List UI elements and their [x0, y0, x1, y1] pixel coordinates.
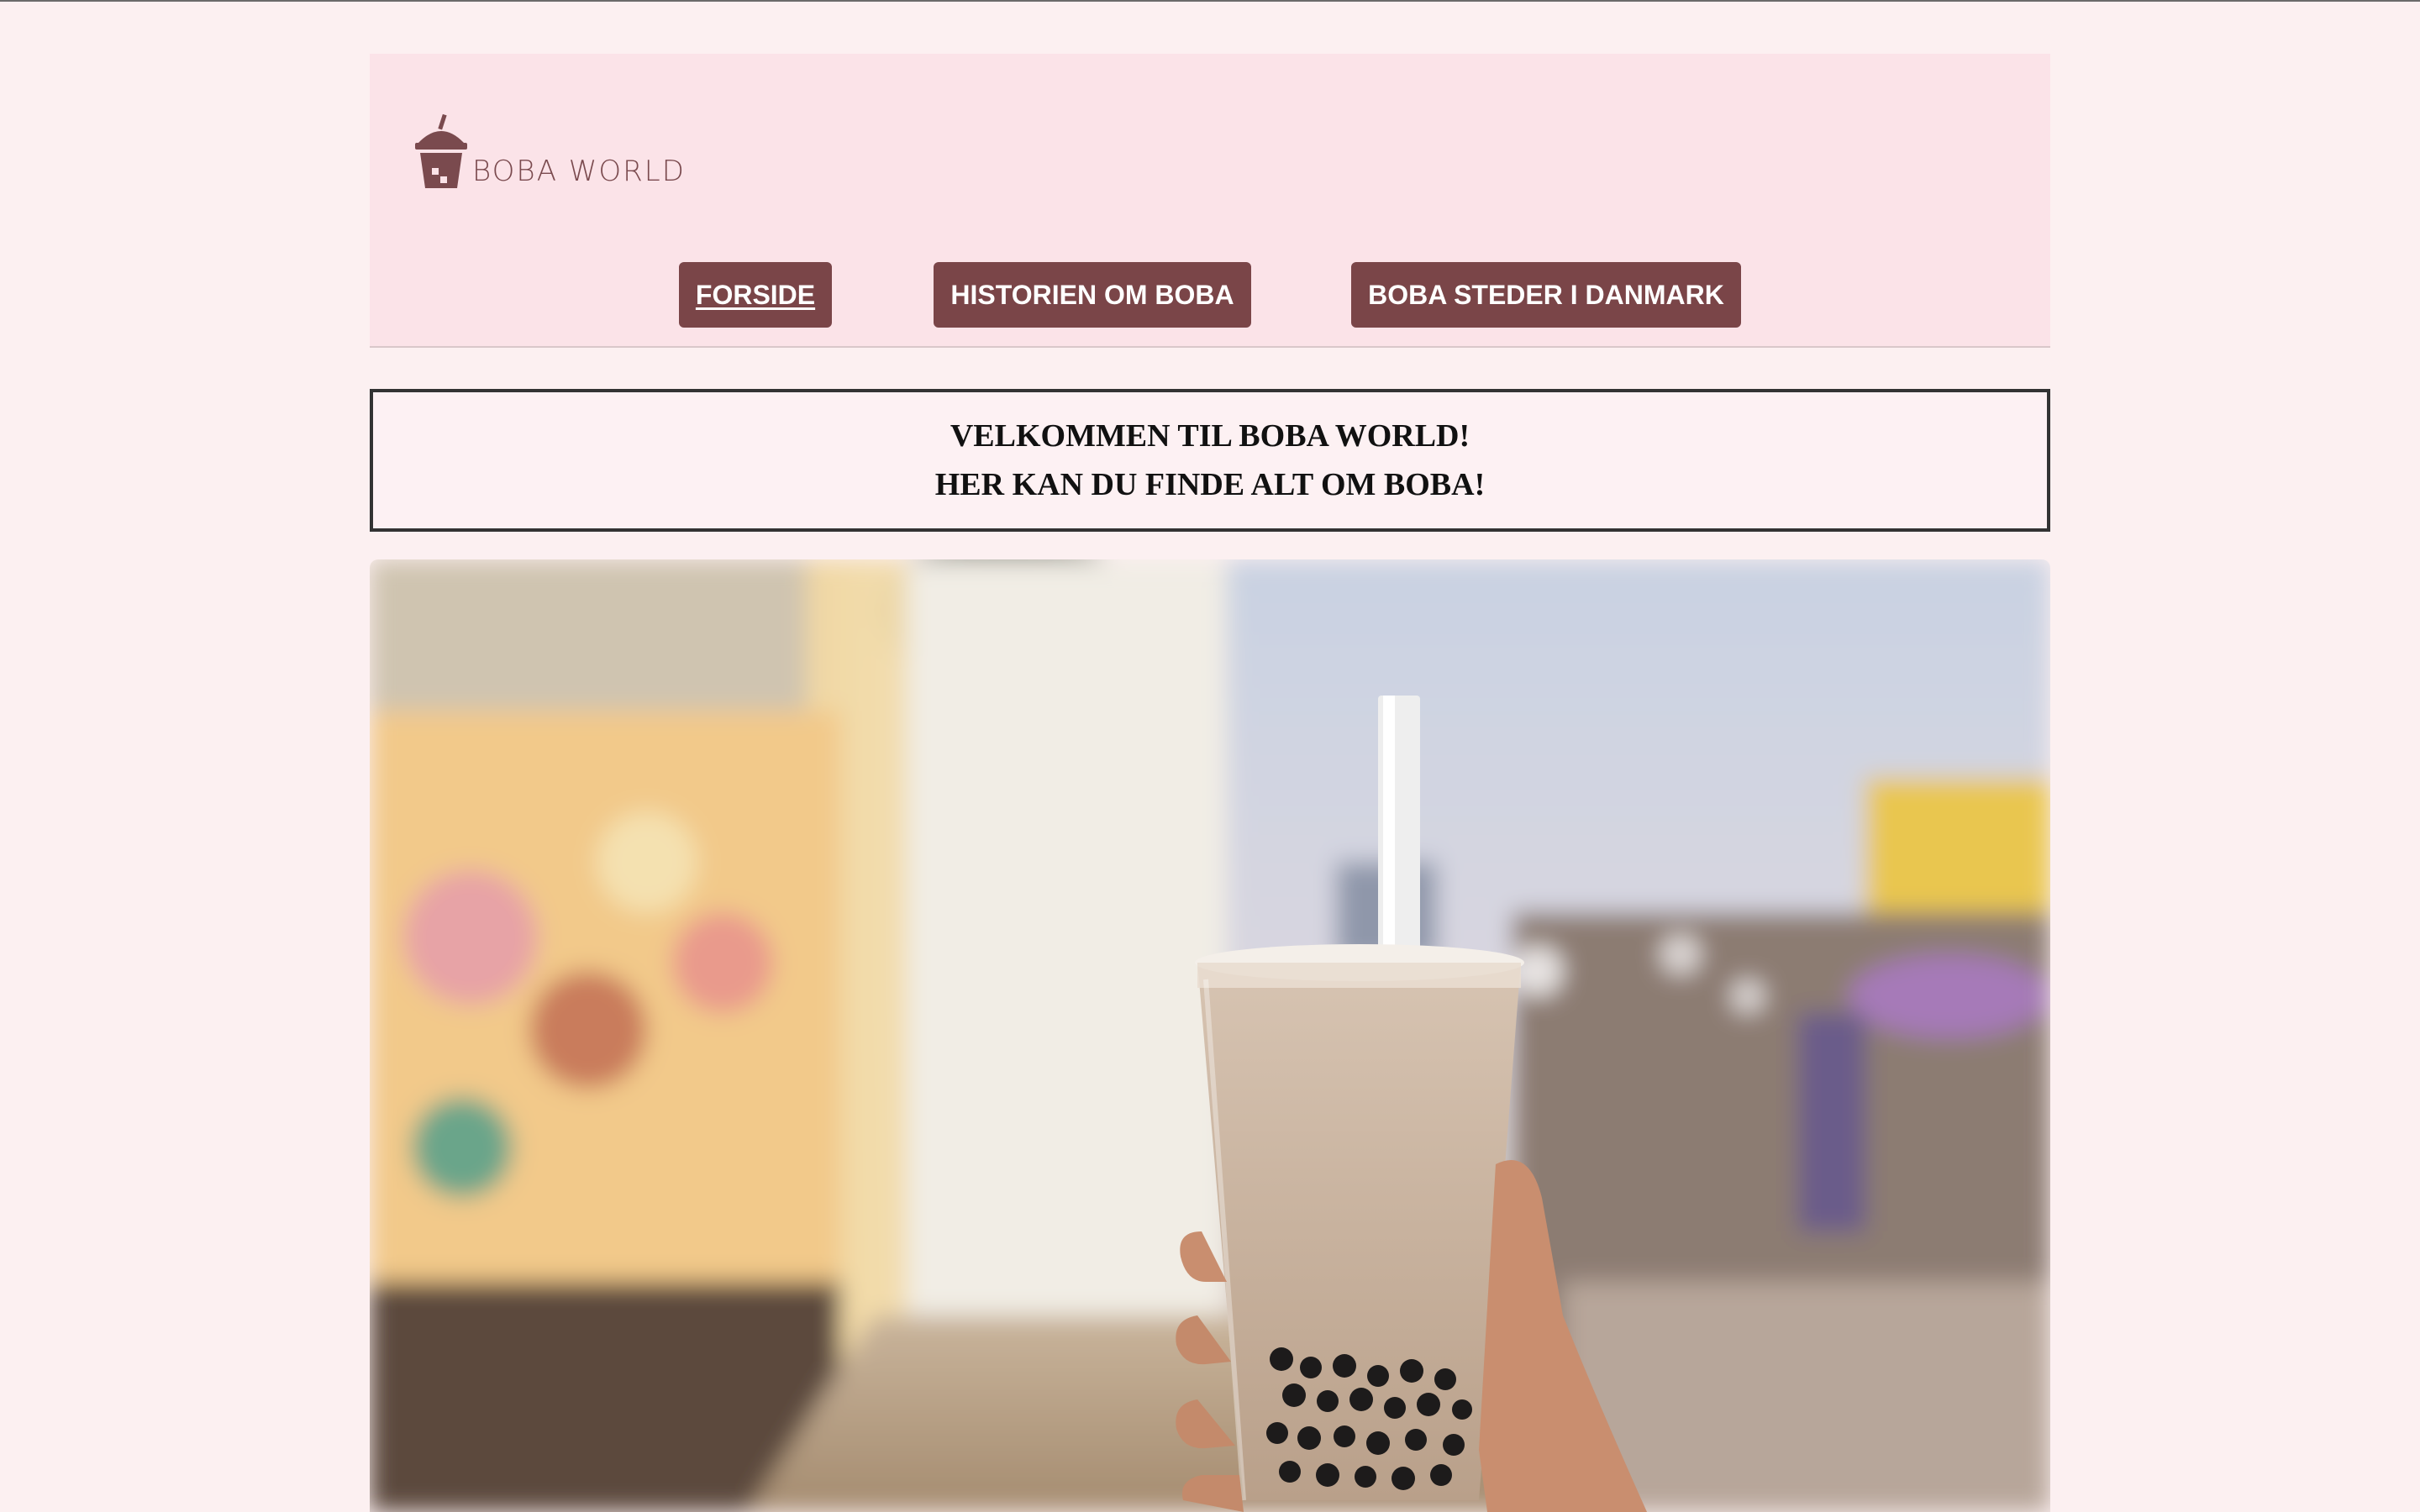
nav-historien-label: HISTORIEN OM BOBA: [950, 279, 1234, 310]
site-header: BOBA WORLD FORSIDE HISTORIEN OM BOBA BOB…: [370, 54, 2050, 348]
nav-boba-steder[interactable]: BOBA STEDER I DANMARK: [1351, 262, 1741, 328]
boba-cup-icon: [415, 113, 467, 188]
welcome-box: VELKOMMEN TIL BOBA WORLD! HER KAN DU FIN…: [370, 389, 2050, 532]
welcome-line-2: HER KAN DU FINDE ALT OM BOBA!: [934, 467, 1486, 502]
bubble-tea-photo: [370, 559, 2050, 1512]
site-logo[interactable]: BOBA WORLD: [412, 113, 686, 190]
nav-forside-label: FORSIDE: [695, 279, 816, 310]
welcome-line-1: VELKOMMEN TIL BOBA WORLD!: [950, 418, 1470, 454]
nav-forside[interactable]: FORSIDE: [679, 262, 832, 328]
nav-steder-label: BOBA STEDER I DANMARK: [1368, 279, 1724, 310]
nav-historien-om-boba[interactable]: HISTORIEN OM BOBA: [934, 262, 1251, 328]
window-top-border: [0, 0, 2420, 2]
main-nav: FORSIDE HISTORIEN OM BOBA BOBA STEDER I …: [370, 262, 2050, 329]
hero-image: [370, 559, 2050, 1512]
logo-text: BOBA WORLD: [472, 155, 686, 188]
